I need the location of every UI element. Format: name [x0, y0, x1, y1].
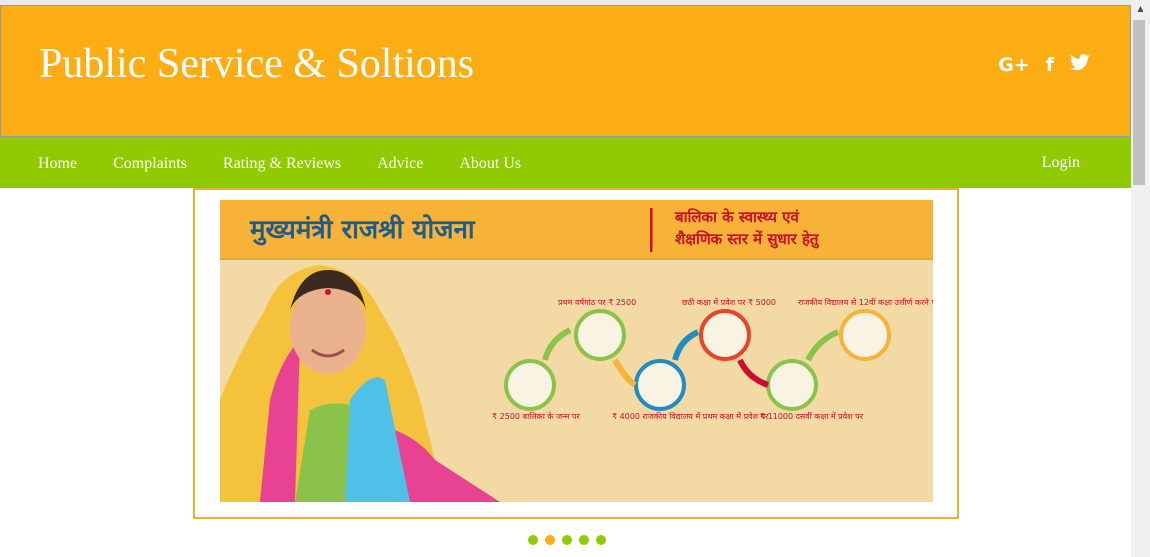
step-label-birth: ₹ 2500 बालिका के जन्म पर: [492, 412, 580, 421]
image-carousel[interactable]: मुख्यमंत्री राजश्री योजना बालिका के स्वा…: [193, 188, 959, 519]
login-link[interactable]: Login: [1042, 154, 1080, 172]
nav-home[interactable]: Home: [38, 155, 77, 172]
main-navbar: Home Complaints Rating & Reviews Advice …: [0, 137, 1131, 188]
step-label-class-ten: ₹ 11000 दसवीं कक्षा में प्रवेश पर: [760, 412, 863, 421]
carousel-dot-5[interactable]: [596, 535, 606, 545]
slide-title: मुख्यमंत्री राजश्री योजना: [250, 215, 475, 245]
carousel-dot-3[interactable]: [562, 535, 572, 545]
site-header: Public Service & Soltions G+ f: [0, 5, 1131, 137]
carousel-dot-4[interactable]: [579, 535, 589, 545]
carousel-dot-1[interactable]: [528, 535, 538, 545]
step-label-first-birthday: प्रथम वर्षगांठ पर ₹ 2500: [558, 298, 637, 307]
scroll-up-arrow-icon[interactable]: ▲: [1131, 4, 1150, 18]
facebook-icon[interactable]: f: [1046, 54, 1054, 76]
nav-about-us[interactable]: About Us: [459, 155, 521, 172]
google-plus-icon[interactable]: G+: [998, 54, 1030, 76]
scroll-thumb[interactable]: [1133, 20, 1145, 185]
slide-subtitle-line-2: शैक्षणिक स्तर में सुधार हेतु: [675, 230, 819, 248]
step-label-class-twelve: राजकीय विद्यालय से 12वीं कक्षा उत्तीर्ण …: [798, 298, 933, 307]
nav-complaints[interactable]: Complaints: [113, 155, 187, 172]
scrollbar[interactable]: ▲: [1131, 0, 1150, 557]
twitter-icon[interactable]: [1070, 54, 1090, 76]
nav-rating-reviews[interactable]: Rating & Reviews: [223, 155, 341, 172]
social-links: G+ f: [998, 54, 1090, 76]
nav-list: Home Complaints Rating & Reviews Advice …: [38, 137, 557, 188]
slide-subtitle-line-1: बालिका के स्वास्थ्य एवं: [675, 208, 799, 226]
step-label-class-one: ₹ 4000 राजकीय विद्यालय में प्रथम कक्षा म…: [612, 412, 769, 421]
carousel-indicators: [528, 535, 606, 545]
site-title: Public Service & Soltions: [39, 41, 475, 87]
slide-subtitle: बालिका के स्वास्थ्य एवं शैक्षणिक स्तर मे…: [675, 206, 925, 250]
step-label-class-six: छठी कक्षा में प्रवेश पर ₹ 5000: [682, 298, 777, 307]
carousel-dot-2[interactable]: [545, 535, 555, 545]
carousel-slide-rajshri-yojana: मुख्यमंत्री राजश्री योजना बालिका के स्वा…: [220, 200, 933, 502]
nav-advice[interactable]: Advice: [377, 155, 423, 172]
